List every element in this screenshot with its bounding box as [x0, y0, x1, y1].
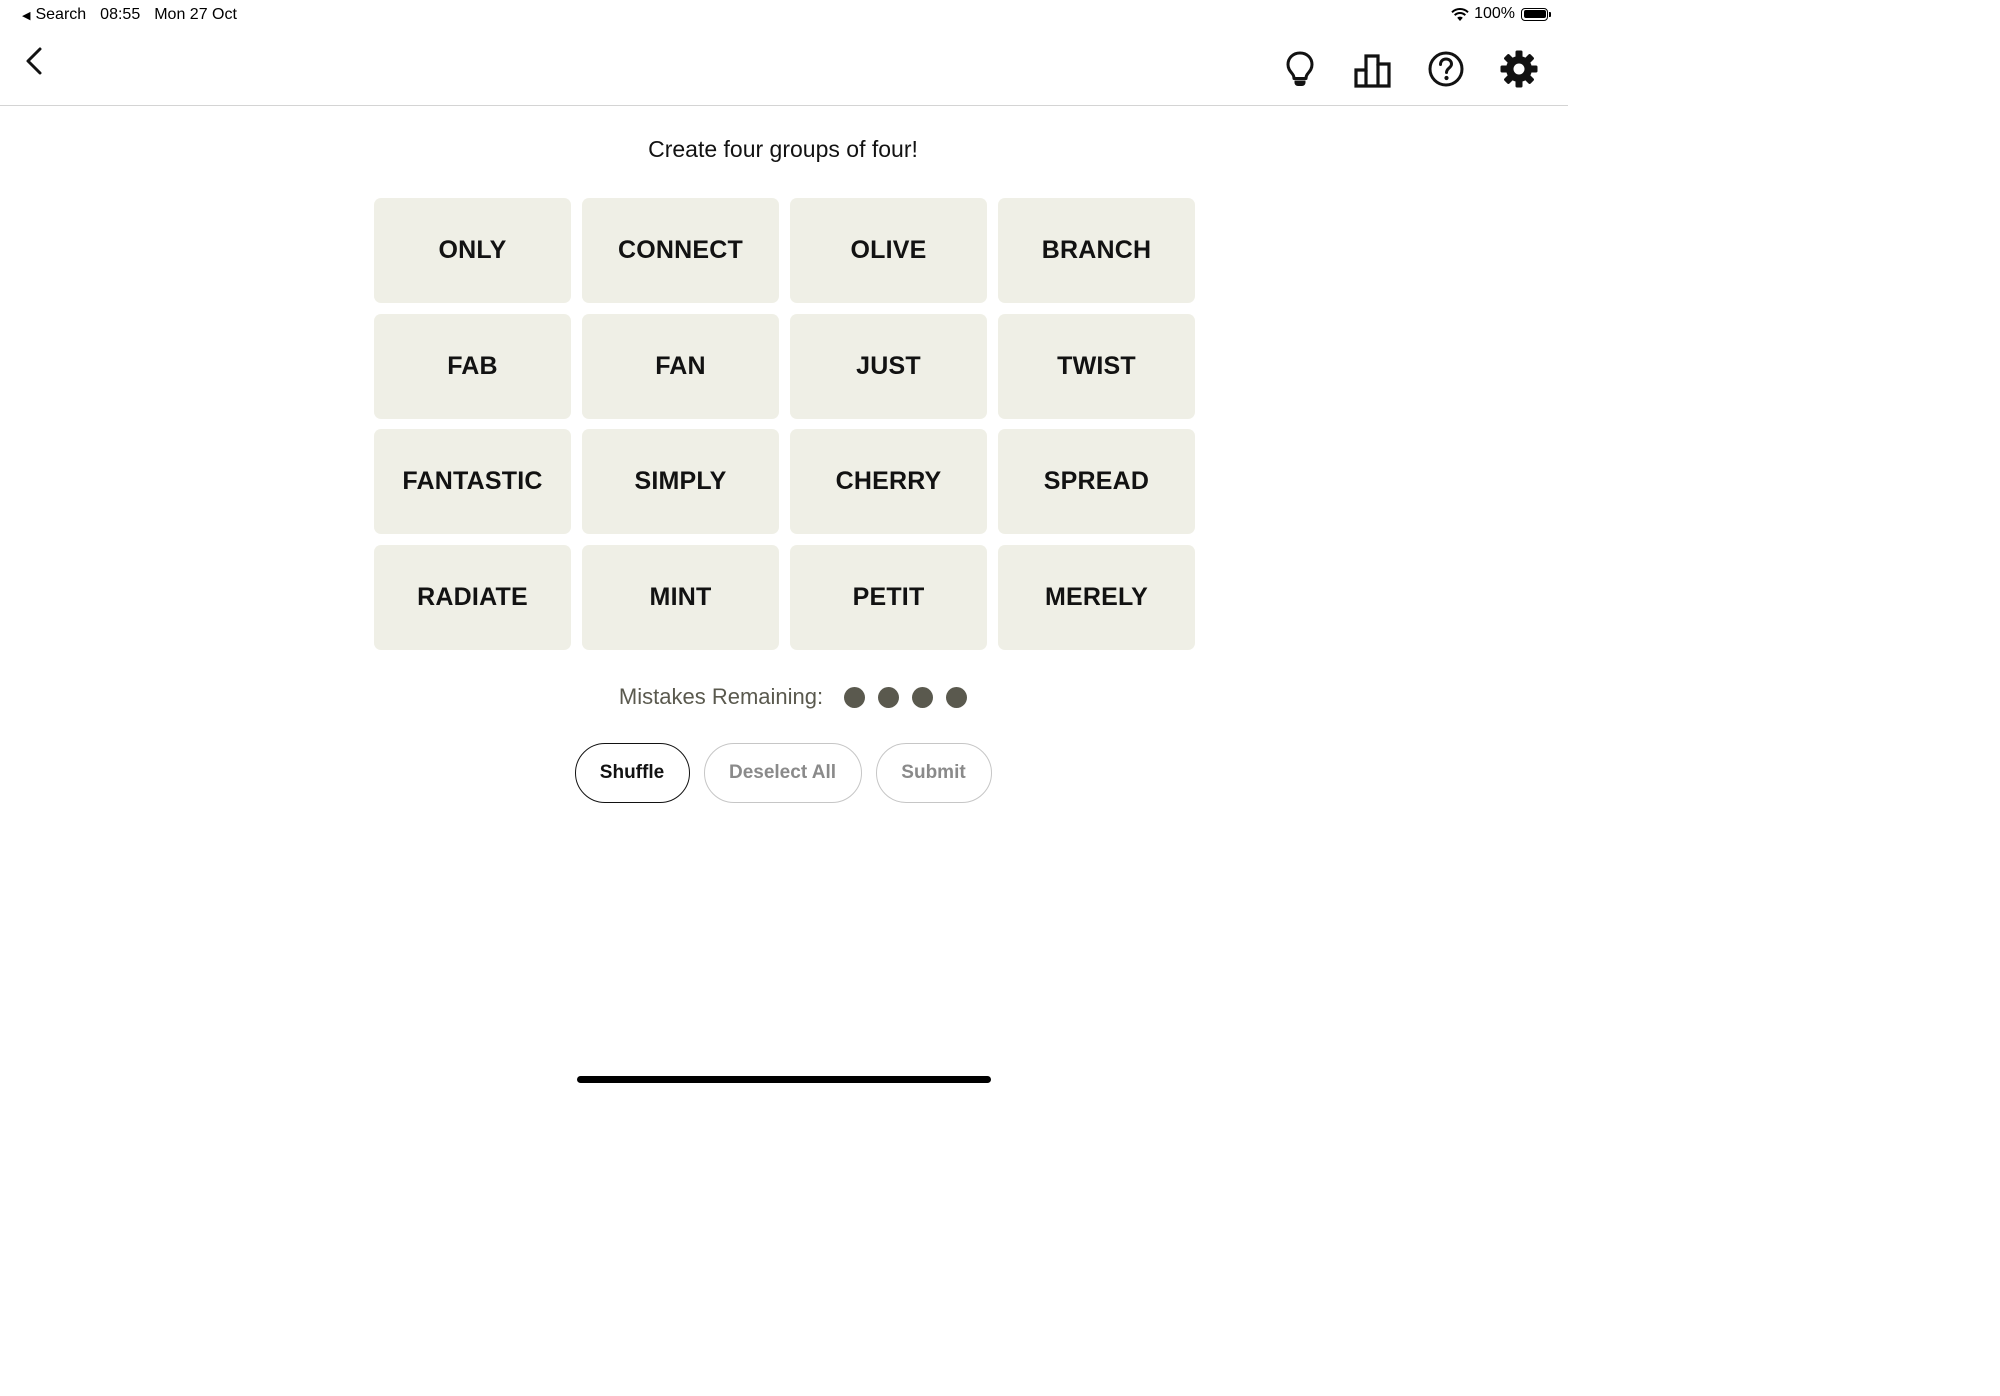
mistake-dot [911, 686, 933, 708]
word-tile[interactable]: TWIST [998, 313, 1195, 419]
word-tile[interactable]: JUST [790, 313, 987, 419]
game-prompt: Create four groups of four! [648, 136, 918, 162]
back-app-label[interactable]: Search [35, 6, 86, 24]
word-tile[interactable]: CHERRY [790, 429, 987, 534]
mistake-dot [877, 686, 899, 708]
word-tile[interactable]: CONNECT [582, 198, 779, 303]
word-tile[interactable]: BRANCH [998, 198, 1195, 303]
status-right: 100% [1450, 5, 1551, 23]
deselect-all-button[interactable]: Deselect All [703, 743, 862, 803]
battery-icon [1521, 7, 1551, 21]
word-tile[interactable]: FAB [374, 313, 571, 419]
nav-icons [1248, 48, 1540, 90]
lightbulb-icon[interactable] [1279, 48, 1321, 90]
top-nav-bar [0, 30, 1568, 106]
wifi-icon [1451, 7, 1469, 21]
chevron-left-icon[interactable] [18, 44, 52, 78]
word-tile[interactable]: ONLY [374, 198, 571, 303]
word-tile[interactable]: FANTASTIC [374, 429, 571, 534]
gear-icon[interactable] [1498, 48, 1540, 90]
mistake-dot [843, 686, 865, 708]
word-tile[interactable]: SIMPLY [582, 429, 779, 534]
word-tile[interactable]: OLIVE [790, 198, 987, 303]
word-grid: ONLY CONNECT OLIVE BRANCH FAB FAN JUST T… [374, 198, 1195, 650]
back-arrow-icon[interactable]: ◀ [22, 9, 30, 22]
game-controls: Shuffle Deselect All Submit [0, 743, 1566, 803]
word-tile[interactable]: FAN [582, 313, 779, 419]
home-indicator [577, 1076, 991, 1083]
word-tile[interactable]: PETIT [790, 544, 987, 650]
mistakes-label: Mistakes Remaining: [618, 684, 824, 709]
leaderboard-icon[interactable] [1352, 48, 1394, 90]
word-tile[interactable]: RADIATE [374, 544, 571, 650]
help-icon[interactable] [1425, 48, 1467, 90]
battery-percent: 100% [1474, 5, 1515, 22]
shuffle-button[interactable]: Shuffle [574, 743, 690, 803]
mistake-dots [837, 686, 973, 708]
mistake-dot [945, 686, 967, 708]
submit-button[interactable]: Submit [875, 743, 992, 803]
status-left: ◀ Search 08:55 Mon 27 Oct [22, 6, 237, 24]
mistakes-remaining: Mistakes Remaining: [0, 682, 1568, 712]
status-time: 08:55 [100, 6, 141, 23]
word-tile[interactable]: MINT [582, 544, 779, 650]
status-date: Mon 27 Oct [154, 6, 237, 23]
word-tile[interactable]: MERELY [998, 544, 1195, 650]
word-tile[interactable]: SPREAD [998, 429, 1195, 534]
status-bar: ◀ Search 08:55 Mon 27 Oct 100% [0, 0, 1568, 30]
